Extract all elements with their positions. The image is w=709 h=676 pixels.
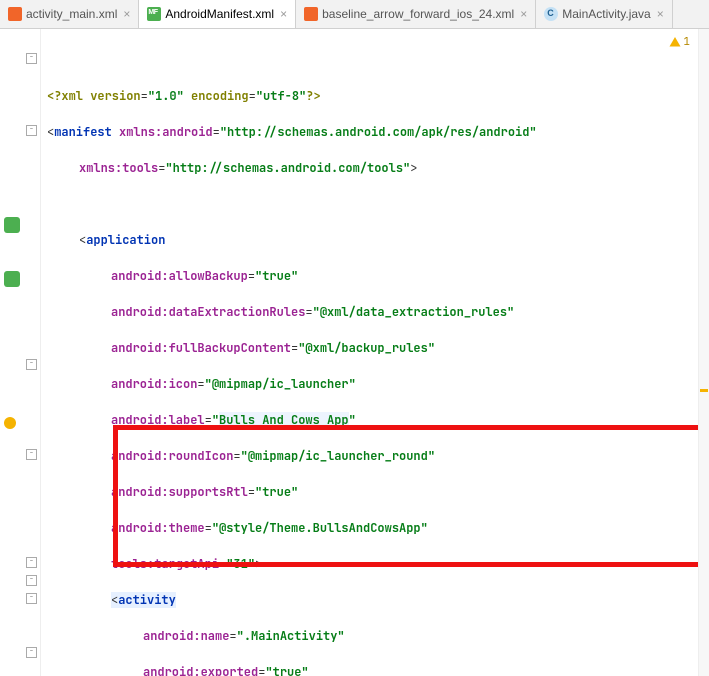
code-line: android:label="Bulls And Cows App" xyxy=(47,411,698,429)
code-line: <activity xyxy=(47,591,698,609)
code-line: android:name=".MainActivity" xyxy=(47,627,698,645)
tab-label: baseline_arrow_forward_ios_24.xml xyxy=(322,7,514,21)
run-gutter-icon[interactable] xyxy=(4,271,20,287)
fold-toggle-icon[interactable]: − xyxy=(26,647,37,658)
error-stripe[interactable] xyxy=(698,29,709,676)
warning-icon xyxy=(669,36,681,48)
code-editor[interactable]: 1 <?xml version="1.0" encoding="utf-8"?>… xyxy=(41,29,698,676)
warnings-indicator[interactable]: 1 xyxy=(669,33,690,51)
code-line: <?xml version="1.0" encoding="utf-8"?> xyxy=(47,87,698,105)
code-line: android:roundIcon="@mipmap/ic_launcher_r… xyxy=(47,447,698,465)
fold-toggle-icon[interactable]: − xyxy=(26,125,37,136)
code-line: tools:targetApi="31"> xyxy=(47,555,698,573)
close-icon[interactable]: × xyxy=(657,7,664,21)
close-icon[interactable]: × xyxy=(520,7,527,21)
close-icon[interactable]: × xyxy=(123,7,130,21)
tab-activity-main[interactable]: activity_main.xml × xyxy=(0,0,139,28)
fold-toggle-icon[interactable]: − xyxy=(26,575,37,586)
code-line: xmlns:tools="http://schemas.android.com/… xyxy=(47,159,698,177)
warning-marker[interactable] xyxy=(700,389,708,392)
xml-icon xyxy=(304,7,318,21)
code-line: android:dataExtractionRules="@xml/data_e… xyxy=(47,303,698,321)
fold-toggle-icon[interactable]: − xyxy=(26,593,37,604)
code-line: android:theme="@style/Theme.BullsAndCows… xyxy=(47,519,698,537)
editor-tabs: activity_main.xml × AndroidManifest.xml … xyxy=(0,0,709,29)
code-line: android:allowBackup="true" xyxy=(47,267,698,285)
gutter: − − − − − − − − xyxy=(0,29,41,676)
code-line: android:exported="true" xyxy=(47,663,698,676)
editor-area: − − − − − − − − 1 <?xml version="1.0" en… xyxy=(0,29,709,676)
tab-main-activity-java[interactable]: MainActivity.java × xyxy=(536,0,673,28)
tab-android-manifest[interactable]: AndroidManifest.xml × xyxy=(139,0,296,28)
fold-toggle-icon[interactable]: − xyxy=(26,359,37,370)
java-icon xyxy=(544,7,558,21)
fold-toggle-icon[interactable]: − xyxy=(26,449,37,460)
warnings-count: 1 xyxy=(683,33,690,51)
fold-toggle-icon[interactable]: − xyxy=(26,53,37,64)
close-icon[interactable]: × xyxy=(280,7,287,21)
tab-baseline-arrow[interactable]: baseline_arrow_forward_ios_24.xml × xyxy=(296,0,536,28)
xml-icon xyxy=(8,7,22,21)
code-line: <manifest xmlns:android="http://schemas.… xyxy=(47,123,698,141)
intention-bulb-icon[interactable] xyxy=(4,417,16,429)
code-line: android:icon="@mipmap/ic_launcher" xyxy=(47,375,698,393)
manifest-icon xyxy=(147,7,161,21)
tab-label: MainActivity.java xyxy=(562,7,650,21)
code-line: <application xyxy=(47,231,698,249)
code-line: android:supportsRtl="true" xyxy=(47,483,698,501)
fold-column: − − − − − − − − xyxy=(24,29,40,676)
fold-toggle-icon[interactable]: − xyxy=(26,557,37,568)
tab-label: activity_main.xml xyxy=(26,7,117,21)
tab-label: AndroidManifest.xml xyxy=(165,7,274,21)
code-line xyxy=(47,195,698,213)
code-line: android:fullBackupContent="@xml/backup_r… xyxy=(47,339,698,357)
run-gutter-icon[interactable] xyxy=(4,217,20,233)
